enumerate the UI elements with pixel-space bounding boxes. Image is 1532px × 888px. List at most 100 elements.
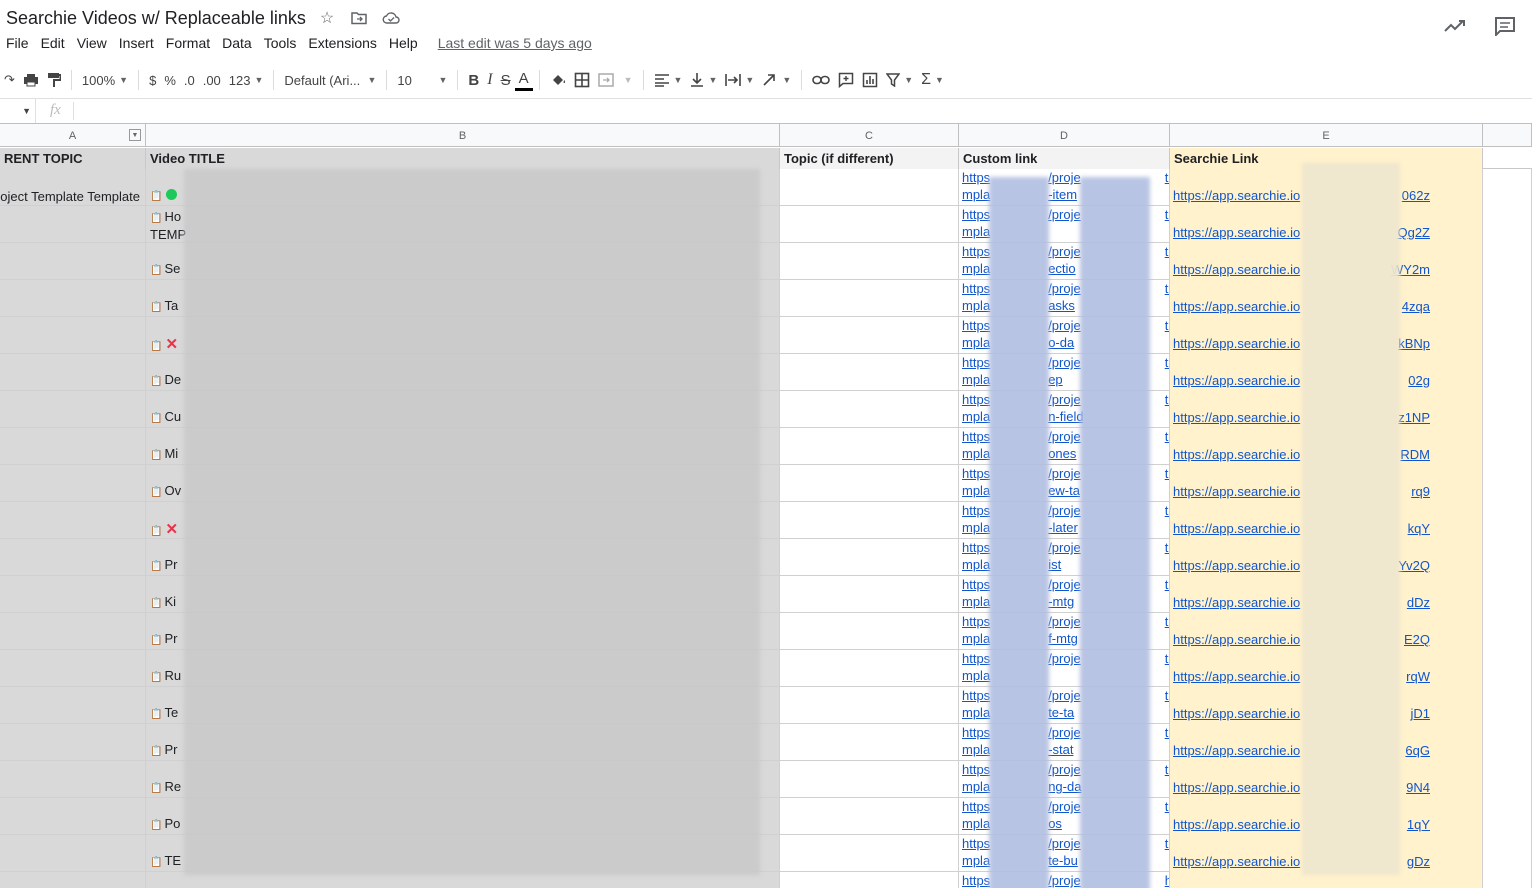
menu-help[interactable]: Help <box>383 35 424 51</box>
menu-view[interactable]: View <box>71 35 113 51</box>
custom-link-part[interactable]: /proje <box>1048 799 1081 814</box>
menu-tools[interactable]: Tools <box>258 35 303 51</box>
zoom-select[interactable]: 100% ▼ <box>78 68 132 92</box>
custom-link-part[interactable]: mpla <box>962 261 990 276</box>
custom-link-part[interactable]: /proje <box>1048 688 1081 703</box>
italic-button[interactable]: I <box>483 68 496 92</box>
custom-link-part[interactable]: os <box>1048 816 1062 831</box>
custom-link-part[interactable]: https <box>962 244 990 259</box>
cell-current-topic[interactable] <box>0 465 146 502</box>
searchie-link-prefix[interactable]: https://app.searchie.io <box>1173 595 1300 610</box>
cell-empty[interactable] <box>1483 428 1532 465</box>
cell-current-topic[interactable] <box>0 428 146 465</box>
searchie-link-suffix[interactable]: z1NP <box>1398 410 1430 425</box>
custom-link-part[interactable]: https <box>962 725 990 740</box>
cell-topic-if-different[interactable] <box>780 391 959 428</box>
custom-link-part[interactable]: https <box>962 318 990 333</box>
print-icon[interactable] <box>19 68 43 92</box>
custom-link-part[interactable]: /proje <box>1048 651 1081 666</box>
cell-empty[interactable] <box>1483 872 1532 888</box>
cell-current-topic[interactable]: oject Template Template <box>0 169 146 206</box>
custom-link-part[interactable]: /proje <box>1048 207 1081 222</box>
cell-topic-if-different[interactable] <box>780 872 959 888</box>
searchie-link-prefix[interactable]: https://app.searchie.io <box>1173 854 1300 869</box>
custom-link-part[interactable]: https <box>962 466 990 481</box>
searchie-link-prefix[interactable]: https://app.searchie.io <box>1173 410 1300 425</box>
cell-current-topic[interactable] <box>0 835 146 872</box>
custom-link-part[interactable]: https <box>962 614 990 629</box>
custom-link-part[interactable]: n-field <box>1048 409 1083 424</box>
custom-link-part[interactable]: https <box>962 392 990 407</box>
insert-comment-icon[interactable] <box>834 68 858 92</box>
cell-current-topic[interactable] <box>0 502 146 539</box>
custom-link-part[interactable]: -item <box>1048 187 1077 202</box>
custom-link-part[interactable]: -mtg <box>1048 594 1074 609</box>
custom-link-part[interactable]: https <box>962 540 990 555</box>
cell-current-topic[interactable] <box>0 872 146 888</box>
cell-empty[interactable] <box>1483 502 1532 539</box>
custom-link-part[interactable]: ng-da <box>1048 779 1081 794</box>
custom-link-part[interactable]: mpla <box>962 705 990 720</box>
font-family-select[interactable]: Default (Ari... ▼ <box>280 68 380 92</box>
searchie-link-prefix[interactable]: https://app.searchie.io <box>1173 669 1300 684</box>
custom-link-part[interactable]: mpla <box>962 557 990 572</box>
star-icon[interactable]: ☆ <box>318 8 336 28</box>
searchie-link-suffix[interactable]: dDz <box>1407 595 1430 610</box>
cell-current-topic[interactable] <box>0 650 146 687</box>
searchie-link-prefix[interactable]: https://app.searchie.io <box>1173 447 1300 462</box>
searchie-link-suffix[interactable]: 02g <box>1408 373 1430 388</box>
searchie-link-prefix[interactable]: https://app.searchie.io <box>1173 262 1300 277</box>
custom-link-part[interactable]: f-mtg <box>1048 631 1078 646</box>
decrease-decimal-button[interactable]: .0 <box>180 68 199 92</box>
searchie-link-suffix[interactable]: E2Q <box>1404 632 1430 647</box>
custom-link-part[interactable]: https <box>962 577 990 592</box>
custom-link-part[interactable]: mpla <box>962 520 990 535</box>
cell-current-topic[interactable] <box>0 391 146 428</box>
cell-current-topic[interactable] <box>0 687 146 724</box>
header-topic-if-different[interactable]: Topic (if different) <box>780 148 959 169</box>
menu-file[interactable]: File <box>0 35 35 51</box>
merge-cells-icon[interactable]: ▼ <box>594 68 637 92</box>
custom-link-part[interactable]: ew-ta <box>1048 483 1080 498</box>
activity-trend-icon[interactable] <box>1444 16 1466 42</box>
searchie-link-suffix[interactable]: Yv2Q <box>1398 558 1430 573</box>
custom-link-part[interactable]: https <box>962 170 990 185</box>
custom-link-part[interactable]: te-bu <box>1048 853 1078 868</box>
custom-link-part[interactable]: https <box>962 503 990 518</box>
cell-topic-if-different[interactable] <box>780 502 959 539</box>
custom-link-part[interactable]: https <box>962 429 990 444</box>
cell-empty[interactable] <box>1483 317 1532 354</box>
text-color-button[interactable]: A <box>514 69 533 91</box>
name-box[interactable]: ▼ <box>0 99 36 123</box>
custom-link-part[interactable]: mpla <box>962 631 990 646</box>
spreadsheet-grid[interactable]: A ▼ B C D E RENT TOPIC Video TITLE Topic … <box>0 124 1532 888</box>
custom-link-part[interactable]: /proje <box>1048 318 1081 333</box>
cell-topic-if-different[interactable] <box>780 687 959 724</box>
custom-link-part[interactable]: mpla <box>962 446 990 461</box>
custom-link-part[interactable]: -stat <box>1048 742 1073 757</box>
column-header-e[interactable]: E <box>1170 124 1483 147</box>
custom-link-part[interactable]: https <box>962 873 990 888</box>
searchie-link-prefix[interactable]: https://app.searchie.io <box>1173 225 1300 240</box>
cell-empty[interactable] <box>1483 576 1532 613</box>
last-edit-link[interactable]: Last edit was 5 days ago <box>438 35 592 51</box>
cell-empty[interactable] <box>1483 798 1532 835</box>
custom-link-part[interactable]: /proje <box>1048 577 1081 592</box>
cell-topic-if-different[interactable] <box>780 613 959 650</box>
cell-topic-if-different[interactable] <box>780 243 959 280</box>
custom-link-part[interactable]: /proje <box>1048 355 1081 370</box>
custom-link-part[interactable]: mpla <box>962 816 990 831</box>
column-header-f[interactable] <box>1483 124 1532 147</box>
custom-link-part[interactable]: /proje <box>1048 429 1081 444</box>
header-video-title[interactable]: Video TITLE <box>146 148 780 169</box>
custom-link-part[interactable]: /proje <box>1048 170 1081 185</box>
menu-insert[interactable]: Insert <box>113 35 160 51</box>
menu-edit[interactable]: Edit <box>35 35 71 51</box>
text-wrapping-icon[interactable]: ▼ <box>721 68 758 92</box>
cell-current-topic[interactable] <box>0 761 146 798</box>
custom-link-part[interactable]: /proje <box>1048 392 1081 407</box>
searchie-link-prefix[interactable]: https://app.searchie.io <box>1173 817 1300 832</box>
custom-link-part[interactable]: mpla <box>962 372 990 387</box>
custom-link-part[interactable]: mpla <box>962 224 990 239</box>
searchie-link-suffix[interactable]: jD1 <box>1410 706 1430 721</box>
